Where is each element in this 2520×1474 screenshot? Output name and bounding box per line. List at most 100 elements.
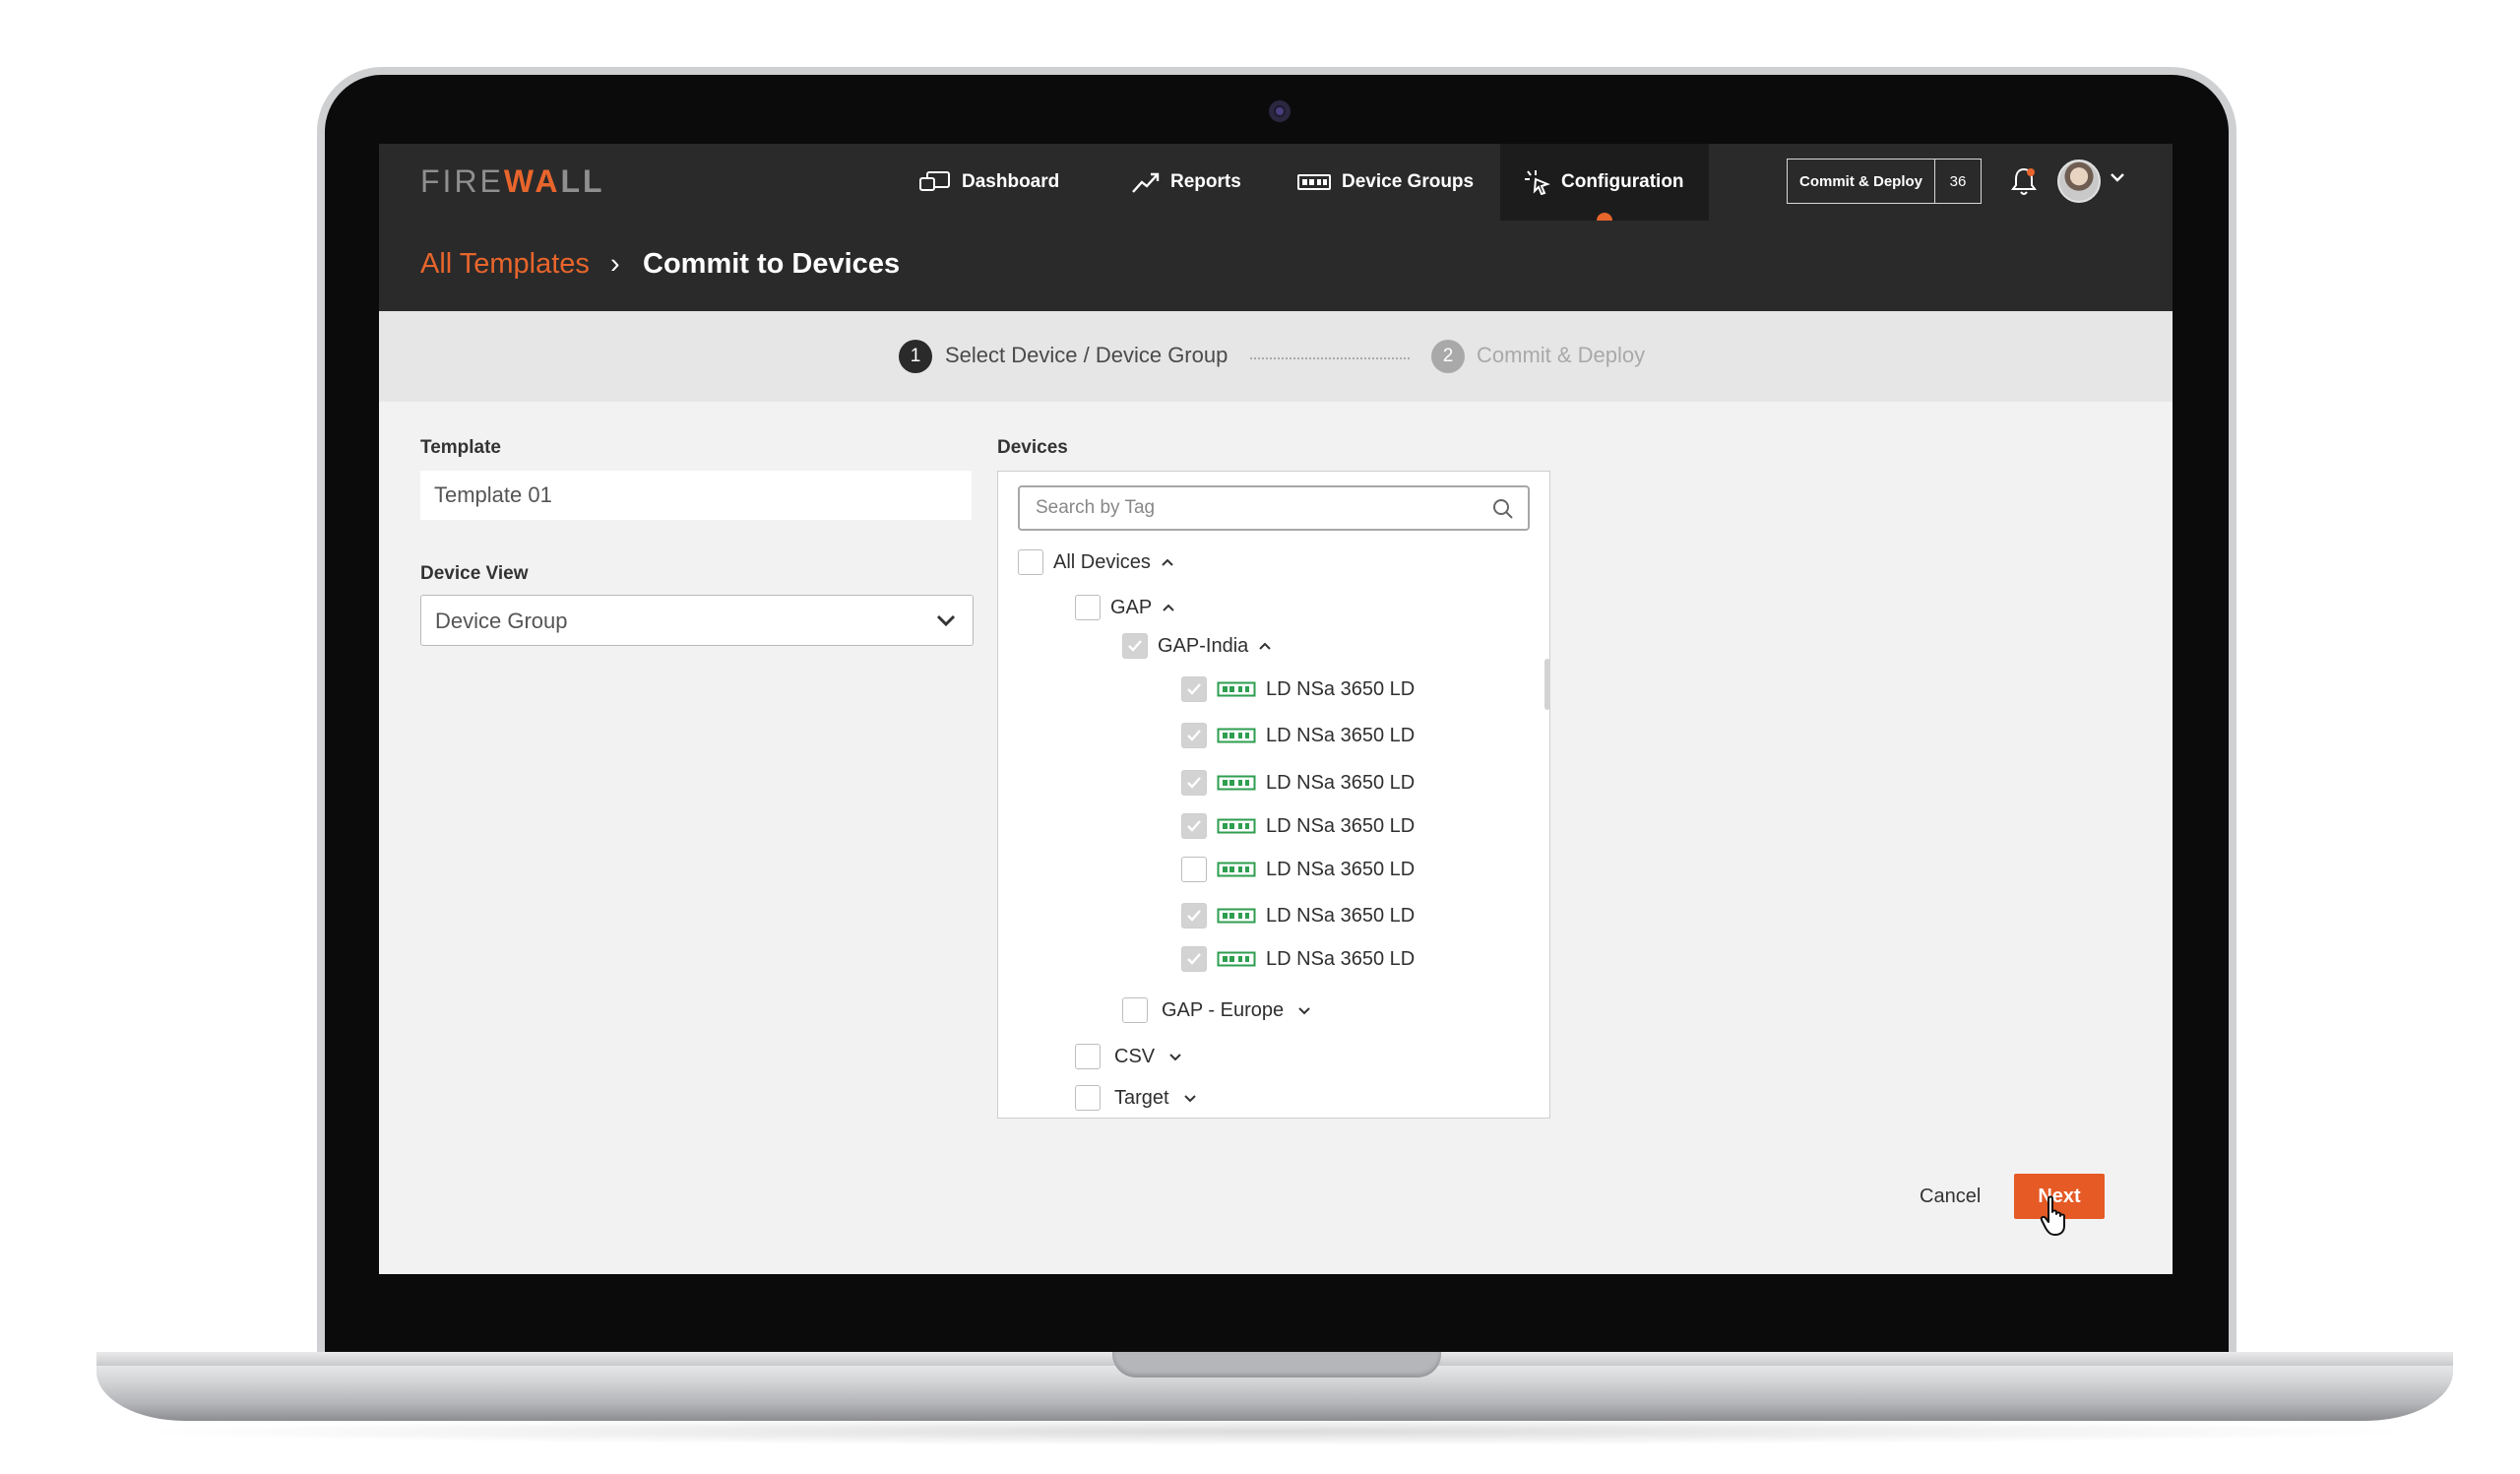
device-label: LD NSa 3650 LD <box>1266 858 1416 880</box>
tree-node-target[interactable]: Target <box>1075 1085 1197 1111</box>
devices-label: Devices <box>997 437 1068 458</box>
laptop-opening-notch <box>1112 1352 1441 1378</box>
all-devices-checkbox[interactable] <box>1018 549 1043 575</box>
breadcrumb-all-templates[interactable]: All Templates <box>420 248 590 281</box>
notification-bell-icon[interactable] <box>2009 165 2039 197</box>
device-view-label: Device View <box>420 563 529 584</box>
device-checkbox[interactable] <box>1181 857 1207 882</box>
chevron-down-icon[interactable] <box>1183 1093 1197 1103</box>
step-1-number: 1 <box>899 340 932 373</box>
devices-tree-panel: Search by Tag All Devices GAP GAP-India … <box>997 471 1550 1119</box>
chevron-up-icon[interactable] <box>1258 641 1272 651</box>
gap-india-label: GAP-India <box>1158 634 1249 657</box>
search-placeholder: Search by Tag <box>1036 497 1156 518</box>
commit-deploy-label: Commit & Deploy <box>1799 172 1923 190</box>
device-checkbox[interactable] <box>1181 946 1207 972</box>
device-label: LD NSa 3650 LD <box>1266 904 1416 927</box>
firewall-device-icon <box>1217 908 1256 924</box>
chevron-down-icon[interactable] <box>1168 1052 1182 1061</box>
wizard-stepper: 1 Select Device / Device Group 2 Commit … <box>379 311 2173 402</box>
gap-europe-label: GAP - Europe <box>1162 998 1285 1021</box>
tree-node-gap-europe[interactable]: GAP - Europe <box>1122 997 1311 1023</box>
device-row[interactable]: LD NSa 3650 LD <box>1181 946 1415 972</box>
device-row[interactable]: LD NSa 3650 LD <box>1181 723 1415 748</box>
configuration-cursor-icon <box>1525 170 1550 195</box>
firewall-device-icon <box>1217 951 1256 967</box>
device-label: LD NSa 3650 LD <box>1266 771 1416 794</box>
gap-checkbox[interactable] <box>1075 595 1101 620</box>
gap-india-checkbox[interactable] <box>1122 633 1148 659</box>
step-connector <box>1250 357 1410 359</box>
commit-deploy-count: 36 <box>1934 160 1981 203</box>
commit-deploy-button[interactable]: Commit & Deploy 36 <box>1787 159 1983 204</box>
nav-configuration[interactable]: Configuration <box>1500 144 1709 228</box>
tree-scrollbar[interactable] <box>1544 659 1550 710</box>
device-row[interactable]: LD NSa 3650 LD <box>1181 770 1415 796</box>
device-checkbox[interactable] <box>1181 813 1207 839</box>
check-icon <box>1187 910 1201 922</box>
check-icon <box>1187 730 1201 741</box>
csv-label: CSV <box>1114 1045 1156 1067</box>
device-row[interactable]: LD NSa 3650 LD <box>1181 676 1415 702</box>
device-label: LD NSa 3650 LD <box>1266 947 1416 970</box>
breadcrumb: All Templates › Commit to Devices <box>379 221 2173 311</box>
tree-node-csv[interactable]: CSV <box>1075 1044 1182 1069</box>
check-icon <box>1128 640 1142 652</box>
check-icon <box>1187 820 1201 832</box>
device-label: LD NSa 3650 LD <box>1266 724 1416 746</box>
chevron-up-icon[interactable] <box>1161 557 1174 567</box>
tree-node-gap[interactable]: GAP <box>1075 595 1175 620</box>
nav-configuration-label: Configuration <box>1561 171 1684 192</box>
device-row[interactable]: LD NSa 3650 LD <box>1181 857 1415 882</box>
nav-dashboard[interactable]: Dashboard <box>918 144 1059 221</box>
laptop-shadow <box>118 1418 2431 1445</box>
breadcrumb-separator: › <box>610 248 620 280</box>
device-view-select[interactable]: Device Group <box>420 595 974 646</box>
device-checkbox[interactable] <box>1181 903 1207 929</box>
template-label: Template <box>420 437 502 458</box>
check-icon <box>1187 953 1201 965</box>
nav-reports[interactable]: Reports <box>1131 144 1241 221</box>
step-2-label: Commit & Deploy <box>1477 343 1646 367</box>
dashboard-icon <box>919 171 950 191</box>
template-input[interactable] <box>420 471 972 520</box>
device-label: LD NSa 3650 LD <box>1266 814 1416 837</box>
page-title: Commit to Devices <box>643 248 901 280</box>
chevron-down-icon[interactable] <box>1297 1005 1311 1015</box>
device-row[interactable]: LD NSa 3650 LD <box>1181 903 1415 929</box>
all-devices-label: All Devices <box>1053 550 1151 573</box>
screen: FIREWALL Dashboard Reports Device Groups… <box>379 144 2173 1274</box>
firewall-device-icon <box>1217 681 1256 697</box>
gap-label: GAP <box>1110 596 1153 618</box>
step-2-number: 2 <box>1431 340 1465 373</box>
gap-europe-checkbox[interactable] <box>1122 997 1148 1023</box>
firewall-device-icon <box>1217 728 1256 743</box>
chevron-down-icon[interactable] <box>2110 171 2125 183</box>
check-icon <box>1187 777 1201 789</box>
device-label: LD NSa 3650 LD <box>1266 677 1416 700</box>
device-checkbox[interactable] <box>1181 676 1207 702</box>
user-avatar[interactable] <box>2057 160 2101 203</box>
firewall-device-icon <box>1217 818 1256 834</box>
cancel-button[interactable]: Cancel <box>1920 1186 1981 1208</box>
check-icon <box>1187 683 1201 695</box>
firewall-logo: FIREWALL <box>420 163 605 199</box>
target-label: Target <box>1114 1086 1169 1109</box>
tree-node-gap-india[interactable]: GAP-India <box>1122 633 1272 659</box>
top-navigation-bar: FIREWALL Dashboard Reports Device Groups… <box>379 144 2173 228</box>
firewall-device-icon <box>1217 775 1256 791</box>
nav-reports-label: Reports <box>1170 171 1241 192</box>
device-checkbox[interactable] <box>1181 770 1207 796</box>
reports-trend-icon <box>1132 172 1160 193</box>
firewall-device-icon <box>1217 862 1256 877</box>
tree-node-all-devices[interactable]: All Devices <box>1018 549 1174 575</box>
step-1-label: Select Device / Device Group <box>945 343 1228 367</box>
device-groups-icon <box>1297 174 1331 190</box>
target-checkbox[interactable] <box>1075 1085 1101 1111</box>
chevron-up-icon[interactable] <box>1162 603 1175 612</box>
nav-device-groups[interactable]: Device Groups <box>1296 144 1474 221</box>
device-row[interactable]: LD NSa 3650 LD <box>1181 813 1415 839</box>
csv-checkbox[interactable] <box>1075 1044 1101 1069</box>
tag-search-input[interactable]: Search by Tag <box>1018 485 1530 531</box>
device-checkbox[interactable] <box>1181 723 1207 748</box>
